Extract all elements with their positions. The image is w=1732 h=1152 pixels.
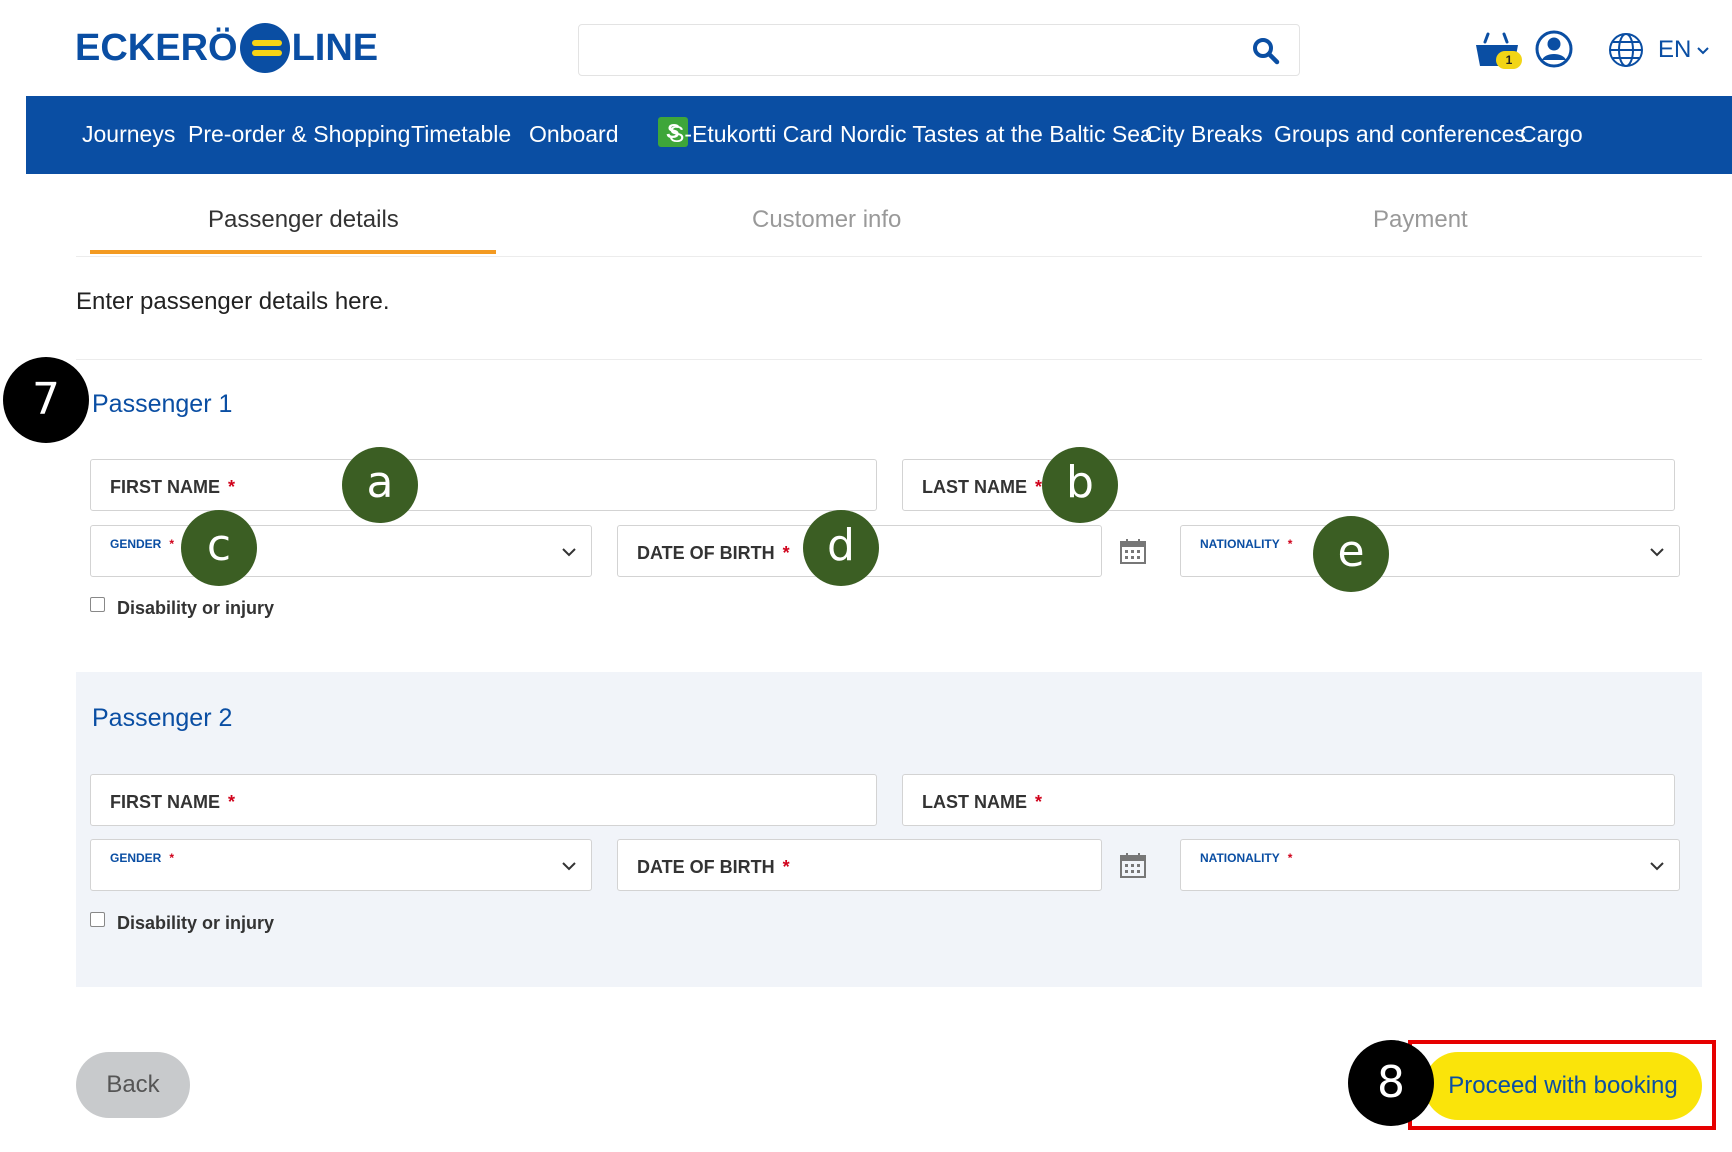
annotation-marker-d: d (803, 510, 879, 586)
passenger-2-gender-select[interactable]: GENDER * (90, 839, 592, 891)
passenger-1-disability-checkbox[interactable]: Disability or injury (90, 597, 275, 619)
passenger-2-date-of-birth-field[interactable]: DATE OF BIRTH * (617, 839, 1102, 891)
chevron-down-icon (562, 862, 576, 871)
eckero-line-logo[interactable]: ECKERÖ LINE (75, 22, 378, 74)
date-of-birth-label: DATE OF BIRTH * (637, 857, 790, 877)
nav-item-timetable[interactable]: Timetable (411, 121, 511, 148)
last-name-label: LAST NAME * (922, 792, 1043, 812)
search-icon[interactable] (1251, 36, 1281, 66)
chevron-down-icon[interactable] (1697, 46, 1709, 56)
disability-label: Disability or injury (117, 913, 275, 933)
nav-item-nordic-tastes[interactable]: Nordic Tastes at the Baltic Sea (840, 121, 1153, 148)
passenger-1-title: Passenger 1 (92, 390, 233, 418)
proceed-with-booking-button[interactable]: Proceed with booking (1424, 1052, 1702, 1120)
passenger-2-nationality-select[interactable]: NATIONALITY * (1180, 839, 1680, 891)
annotation-marker-7: 7 (3, 357, 89, 443)
passenger-2-title: Passenger 2 (92, 704, 233, 732)
site-header: ECKERÖ LINE 1 EN (0, 0, 1732, 96)
passenger-1-last-name-field[interactable]: LAST NAME * (902, 459, 1675, 511)
section-divider (76, 359, 1702, 360)
first-name-label: FIRST NAME * (110, 792, 236, 812)
tab-passenger-details[interactable]: Passenger details (208, 206, 399, 234)
annotation-marker-b: b (1042, 447, 1118, 523)
logo-mark-icon (239, 23, 290, 73)
logo-text-left: ECKERÖ (75, 26, 238, 69)
passenger-2-section (76, 672, 1702, 987)
nationality-label: NATIONALITY * (1200, 537, 1293, 551)
disability-label: Disability or injury (117, 598, 275, 618)
passenger-1-nationality-select[interactable]: NATIONALITY * (1180, 525, 1680, 577)
passenger-2-disability-checkbox[interactable]: Disability or injury (90, 912, 275, 934)
checkbox[interactable] (90, 912, 105, 927)
first-name-label: FIRST NAME * (110, 477, 236, 497)
chevron-down-icon (1650, 548, 1664, 557)
nav-item-city-breaks[interactable]: City Breaks (1145, 121, 1263, 148)
tab-payment[interactable]: Payment (1373, 206, 1468, 234)
intro-text: Enter passenger details here. (76, 288, 390, 315)
language-selector[interactable]: EN (1658, 36, 1691, 64)
last-name-label: LAST NAME * (922, 477, 1043, 497)
gender-label: GENDER * (110, 851, 175, 865)
active-tab-indicator (90, 250, 496, 254)
passenger-2-first-name-field[interactable]: FIRST NAME * (90, 774, 877, 826)
nav-item-cargo[interactable]: Cargo (1520, 121, 1583, 148)
globe-icon[interactable] (1607, 31, 1645, 69)
nav-item-pre-order-shopping[interactable]: Pre-order & Shopping (188, 121, 410, 148)
nav-item-s-etukortti-card[interactable]: S-Etukortti Card (669, 121, 833, 148)
chevron-down-icon (1650, 862, 1664, 871)
passenger-2-last-name-field[interactable]: LAST NAME * (902, 774, 1675, 826)
passenger-1-gender-select[interactable]: GENDER * (90, 525, 592, 577)
calendar-icon[interactable] (1119, 537, 1147, 565)
annotation-marker-e: e (1313, 516, 1389, 592)
nav-item-groups-conferences[interactable]: Groups and conferences (1274, 121, 1526, 148)
calendar-icon[interactable] (1119, 851, 1147, 879)
nav-item-journeys[interactable]: Journeys (82, 121, 175, 148)
annotation-marker-c: c (181, 510, 257, 586)
chevron-down-icon (562, 548, 576, 557)
search-input[interactable] (578, 24, 1300, 76)
main-navigation: Journeys Pre-order & Shopping Timetable … (26, 96, 1732, 174)
tabs-divider (76, 256, 1702, 257)
annotation-marker-8: 8 (1348, 1040, 1434, 1126)
nationality-label: NATIONALITY * (1200, 851, 1293, 865)
nav-item-onboard[interactable]: Onboard (529, 121, 619, 148)
back-button[interactable]: Back (76, 1052, 190, 1118)
cart-count-badge: 1 (1496, 51, 1522, 69)
checkbox[interactable] (90, 597, 105, 612)
date-of-birth-label: DATE OF BIRTH * (637, 543, 790, 563)
gender-label: GENDER * (110, 537, 175, 551)
logo-text-right: LINE (291, 26, 379, 69)
passenger-1-first-name-field[interactable]: FIRST NAME * (90, 459, 877, 511)
annotation-marker-a: a (342, 447, 418, 523)
user-account-icon[interactable] (1534, 29, 1574, 69)
tab-customer-info[interactable]: Customer info (752, 206, 901, 234)
